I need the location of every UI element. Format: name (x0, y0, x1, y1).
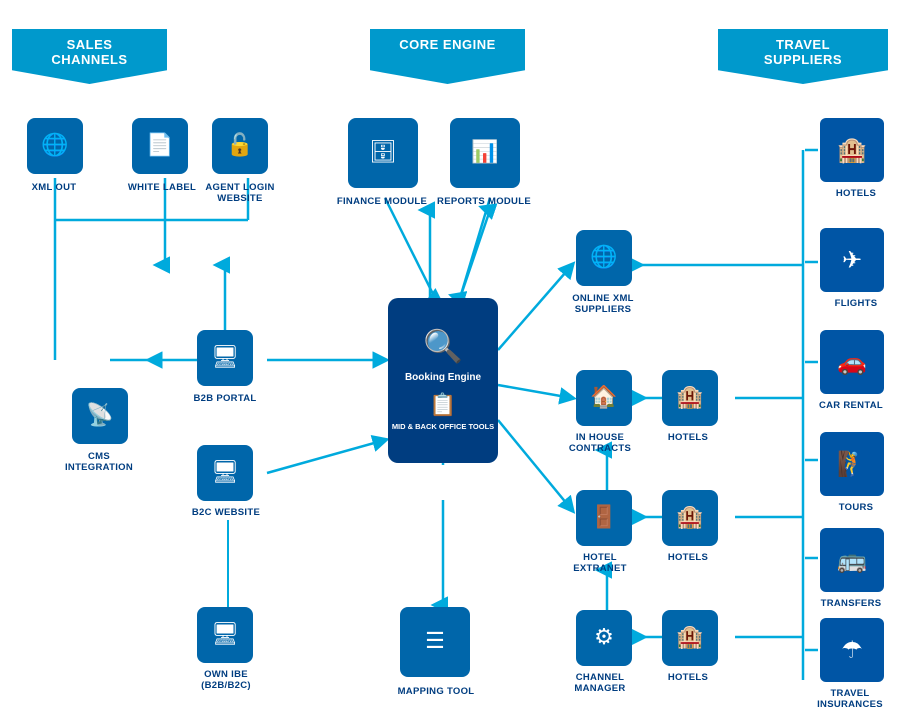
own-ibe-box[interactable]: 🖥 (197, 607, 253, 663)
b2b-portal-label: B2B PORTAL (186, 393, 264, 404)
b2b-portal-icon: 🖥 (211, 346, 239, 368)
agent-login-icon: 🔓 (226, 134, 253, 156)
online-xml-icon: 🌐 (590, 246, 617, 268)
hotels-mid1-label: HOTELS (652, 432, 724, 443)
hotels-mid3-icon: 🏨 (676, 626, 703, 648)
b2c-website-box[interactable]: 🖥 (197, 445, 253, 501)
core-engine-banner: CORE ENGINE (370, 29, 525, 84)
hotel-extranet-icon: 🚪 (590, 506, 617, 528)
finance-icon: 🗄 (369, 141, 397, 163)
transfers-supplier-icon: 🚌 (837, 546, 867, 575)
channel-manager-box[interactable]: ⚙ (576, 610, 632, 666)
tours-supplier-icon: 🧗 (837, 450, 867, 479)
hotels-supplier-icon: 🏨 (837, 136, 867, 165)
xml-out-label: XML OUT (10, 182, 98, 193)
agent-login-label: AGENT LOGIN WEBSITE (196, 182, 284, 205)
b2c-icon: 🖥 (211, 461, 239, 483)
online-xml-box[interactable]: 🌐 (576, 230, 632, 286)
hotels-supplier-label: HOTELS (820, 188, 892, 199)
white-label-icon: 📄 (146, 134, 173, 156)
in-house-icon: 🏠 (590, 386, 617, 408)
cms-integration-box[interactable]: 📡 (72, 388, 128, 444)
hotels-mid2-icon: 🏨 (676, 506, 703, 528)
online-xml-label: ONLINE XML SUPPLIERS (558, 293, 648, 316)
sales-channels-label: SALES CHANNELS (51, 37, 127, 67)
b2b-portal-box[interactable]: 🖥 (197, 330, 253, 386)
white-label-box[interactable]: 📄 (132, 118, 188, 174)
travel-suppliers-label: TRAVEL SUPPLIERS (764, 37, 842, 67)
core-engine-label: CORE ENGINE (399, 37, 496, 52)
flights-supplier-icon: ✈ (842, 246, 862, 275)
hotel-extranet-box[interactable]: 🚪 (576, 490, 632, 546)
car-rental-supplier-icon: 🚗 (837, 348, 867, 377)
cms-integration-label: CMS INTEGRATION (56, 451, 142, 474)
travel-insurances-supplier-box[interactable]: ☂ (820, 618, 884, 682)
hotels-mid2-box[interactable]: 🏨 (662, 490, 718, 546)
tours-supplier-label: TOURS (820, 502, 892, 513)
finance-module-label: FINANCE MODULE (330, 196, 434, 207)
finance-module-box[interactable]: 🗄 (348, 118, 418, 188)
white-label-label: WHITE LABEL (118, 182, 206, 193)
own-ibe-icon: 🖥 (211, 623, 239, 645)
in-house-contracts-label: IN HOUSE CONTRACTS (556, 432, 644, 455)
booking-engine-label: Booking Engine (405, 371, 481, 384)
hotels-mid2-label: HOTELS (652, 552, 724, 563)
tours-supplier-box[interactable]: 🧗 (820, 432, 884, 496)
travel-insurances-supplier-label: TRAVEL INSURANCES (804, 688, 896, 711)
booking-engine-box[interactable]: 🔍 Booking Engine 📋 MID & BACK OFFICE TOO… (388, 298, 498, 463)
xml-out-icon: 🌐 (41, 134, 68, 156)
transfers-supplier-label: TRANSFERS (808, 598, 894, 609)
hotels-supplier-box[interactable]: 🏨 (820, 118, 884, 182)
hotel-extranet-label: HOTEL EXTRANET (556, 552, 644, 575)
hotels-mid1-box[interactable]: 🏨 (662, 370, 718, 426)
sales-channels-banner: SALES CHANNELS (12, 29, 167, 84)
diagram-container: { "banners": { "sales": "SALES CHANNELS"… (0, 0, 900, 727)
in-house-contracts-box[interactable]: 🏠 (576, 370, 632, 426)
reports-module-label: REPORTS MODULE (432, 196, 536, 207)
car-rental-supplier-label: CAR RENTAL (808, 400, 894, 411)
mid-back-label: MID & BACK OFFICE TOOLS (392, 422, 494, 431)
travel-insurances-supplier-icon: ☂ (841, 636, 863, 665)
reports-icon: 📊 (471, 141, 498, 163)
hotels-mid3-label: HOTELS (652, 672, 724, 683)
travel-suppliers-banner: TRAVEL SUPPLIERS (718, 29, 888, 84)
agent-login-box[interactable]: 🔓 (212, 118, 268, 174)
flights-supplier-label: FLIGHTS (820, 298, 892, 309)
mapping-tool-label: MAPPING TOOL (382, 686, 490, 697)
transfers-supplier-box[interactable]: 🚌 (820, 528, 884, 592)
car-rental-supplier-box[interactable]: 🚗 (820, 330, 884, 394)
cms-icon: 📡 (86, 404, 113, 426)
own-ibe-label: OWN IBE (B2B/B2C) (178, 669, 274, 692)
reports-module-box[interactable]: 📊 (450, 118, 520, 188)
channel-manager-label: CHANNEL MANAGER (556, 672, 644, 695)
b2c-website-label: B2C WEBSITE (184, 507, 268, 518)
flights-supplier-box[interactable]: ✈ (820, 228, 884, 292)
mapping-tool-box[interactable]: ☰ (400, 607, 470, 677)
booking-engine-search-icon: 🔍 (423, 330, 463, 362)
xml-out-box[interactable]: 🌐 (27, 118, 83, 174)
hotels-mid1-icon: 🏨 (676, 386, 703, 408)
hotels-mid3-box[interactable]: 🏨 (662, 610, 718, 666)
mapping-tool-icon: ☰ (425, 630, 445, 652)
channel-manager-icon: ⚙ (594, 626, 614, 648)
booking-engine-checklist-icon: 📋 (429, 392, 456, 418)
